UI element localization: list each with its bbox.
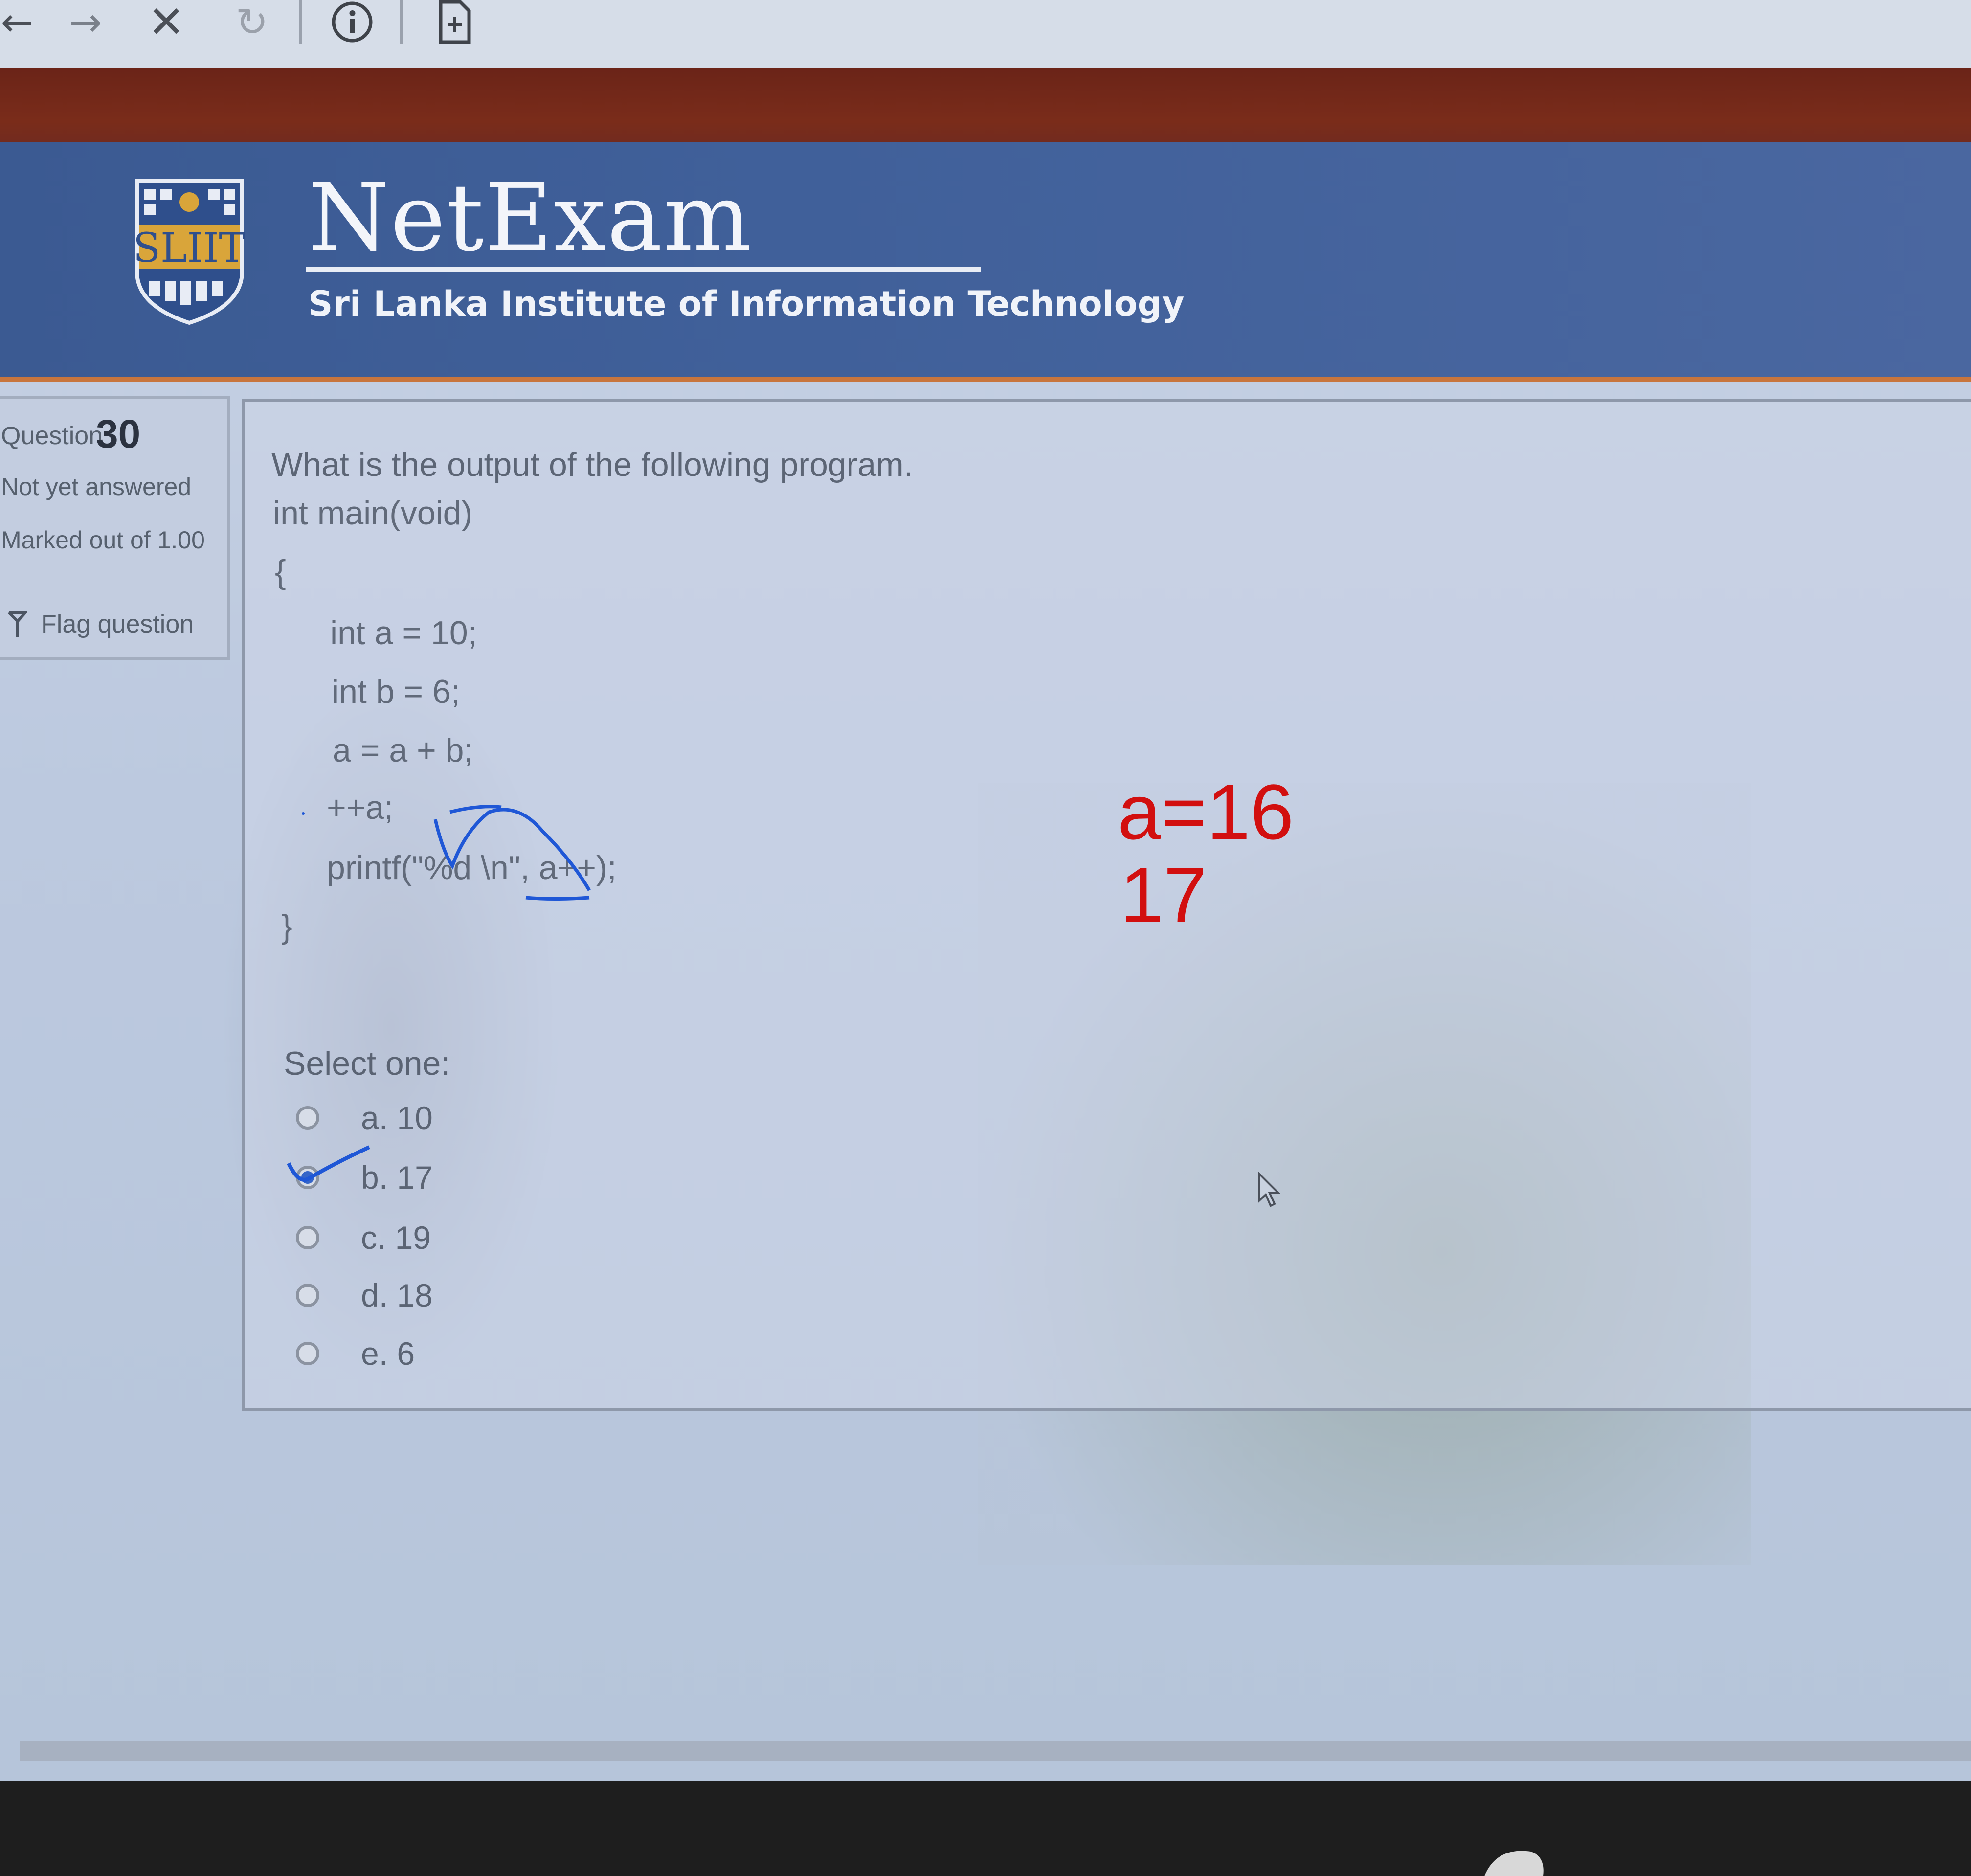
- answer-option-label: e. 6: [361, 1335, 415, 1372]
- flag-question-label: Flag question: [41, 610, 194, 638]
- radio-button[interactable]: [296, 1342, 319, 1365]
- answer-option-d[interactable]: d. 18: [296, 1273, 433, 1317]
- question-number: 30: [96, 412, 141, 456]
- code-line: }: [281, 908, 292, 945]
- answer-option-c[interactable]: c. 19: [296, 1216, 431, 1260]
- question-info-panel: Question 30 Not yet answered Marked out …: [0, 396, 230, 660]
- toolbar-separator: [400, 0, 403, 44]
- site-header: SLIIT NetExam Sri Lanka Institute of Inf…: [0, 142, 1971, 382]
- sliit-logo: SLIIT: [134, 179, 245, 325]
- screen: ← → ✕ ↻ SLIIT NetExam Sri Lanka Institut…: [0, 0, 1971, 1781]
- radio-button-selected[interactable]: [296, 1166, 319, 1189]
- question-marks: Marked out of 1.00: [1, 526, 205, 554]
- answer-option-label: c. 19: [361, 1220, 431, 1256]
- title-divider: [306, 267, 981, 272]
- code-line: int b = 6;: [332, 673, 460, 710]
- reload-icon[interactable]: ↻: [227, 0, 276, 45]
- svg-text:SLIIT: SLIIT: [134, 225, 245, 271]
- code-line: int main(void): [273, 495, 473, 532]
- flag-icon: [7, 611, 27, 637]
- info-icon[interactable]: [325, 0, 379, 44]
- annotation-text: 17: [1120, 851, 1207, 939]
- mouse-cursor-icon: [1258, 1172, 1281, 1207]
- code-line: int a = 10;: [330, 614, 477, 652]
- code-line: printf("%d \n", a++);: [327, 849, 617, 886]
- answer-option-e[interactable]: e. 6: [296, 1332, 415, 1376]
- back-arrow-icon[interactable]: ←: [0, 0, 34, 45]
- radio-dot: [301, 1171, 314, 1184]
- radio-button[interactable]: [296, 1106, 319, 1130]
- answer-option-b[interactable]: b. 17: [296, 1155, 433, 1199]
- code-line: a = a + b;: [333, 732, 473, 769]
- radio-button[interactable]: [296, 1284, 319, 1307]
- laptop-logo-icon: [1484, 1851, 1544, 1876]
- select-one-label: Select one:: [284, 1045, 450, 1082]
- forward-arrow-icon[interactable]: →: [59, 0, 112, 45]
- browser-toolbar: ← → ✕ ↻: [0, 0, 1971, 69]
- answer-option-label: b. 17: [361, 1159, 433, 1196]
- flag-question-link[interactable]: Flag question: [6, 610, 194, 639]
- code-line: ++a;: [327, 789, 394, 826]
- radio-button[interactable]: [296, 1226, 319, 1249]
- site-subtitle: Sri Lanka Institute of Information Techn…: [308, 284, 1185, 324]
- annotation-text: a=16: [1118, 768, 1294, 856]
- question-panel: [242, 399, 1971, 1411]
- question-status: Not yet answered: [1, 473, 192, 500]
- answer-option-a[interactable]: a. 10: [296, 1096, 433, 1140]
- code-line: {: [275, 553, 286, 590]
- answer-option-label: d. 18: [361, 1277, 433, 1313]
- toolbar-separator: [299, 0, 302, 44]
- close-icon[interactable]: ✕: [139, 0, 193, 48]
- answer-option-label: a. 10: [361, 1100, 433, 1136]
- site-title: NetExam: [308, 164, 753, 272]
- horizontal-scrollbar[interactable]: [20, 1741, 1971, 1761]
- page-icon[interactable]: [430, 0, 479, 44]
- question-prompt: What is the output of the following prog…: [271, 446, 913, 483]
- question-label: Question: [1, 422, 103, 450]
